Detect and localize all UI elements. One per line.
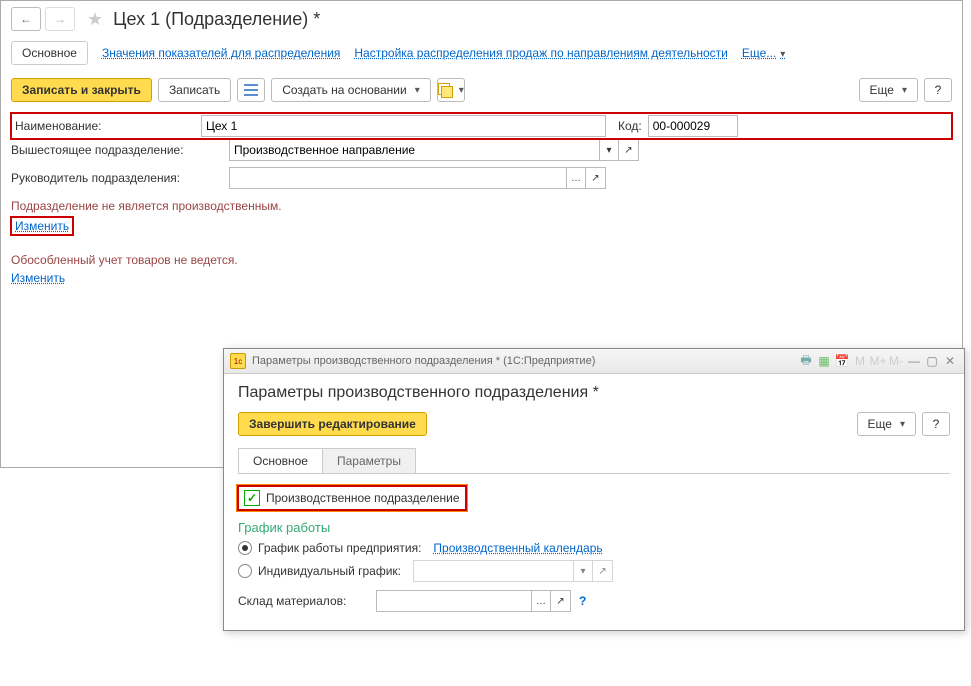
- materials-help-icon[interactable]: ?: [579, 594, 586, 608]
- tabs-row: Основное Значения показателей для распре…: [1, 37, 962, 73]
- calendar-link[interactable]: Производственный календарь: [433, 541, 602, 555]
- attachment-icon: [438, 83, 451, 97]
- finish-edit-button[interactable]: Завершить редактирование: [238, 412, 427, 436]
- m-plus-icon[interactable]: M+: [870, 354, 886, 368]
- materials-select-button[interactable]: …: [531, 590, 551, 612]
- m-icon-1[interactable]: M: [852, 354, 868, 368]
- nav-forward-button[interactable]: →: [45, 7, 75, 31]
- individual-open-button: ↗: [593, 560, 613, 582]
- close-icon[interactable]: ✕: [942, 354, 958, 368]
- attachments-button[interactable]: [437, 78, 465, 102]
- name-input[interactable]: [201, 115, 606, 137]
- m-minus-icon[interactable]: M-: [888, 354, 904, 368]
- radio-individual-label: Индивидуальный график:: [258, 564, 401, 578]
- app-logo-icon: 1c: [230, 353, 246, 369]
- manager-select-button[interactable]: …: [566, 167, 586, 189]
- dialog-heading: Параметры производственного подразделени…: [238, 384, 950, 402]
- change-accounting-link[interactable]: Изменить: [11, 271, 65, 285]
- more-button[interactable]: Еще: [859, 78, 918, 102]
- nav-back-button[interactable]: ←: [11, 7, 41, 31]
- favorite-star-icon[interactable]: ★: [87, 9, 103, 30]
- tab-indicators[interactable]: Значения показателей для распределения: [102, 46, 340, 60]
- dialog-titlebar: 1c Параметры производственного подраздел…: [224, 349, 964, 374]
- print-icon[interactable]: 🖶: [798, 351, 814, 372]
- dialog-window: 1c Параметры производственного подраздел…: [223, 348, 965, 631]
- materials-open-button[interactable]: ↗: [551, 590, 571, 612]
- individual-dropdown-button: ▾: [573, 560, 593, 582]
- dialog-help-button[interactable]: ?: [922, 412, 950, 436]
- save-button[interactable]: Записать: [158, 78, 231, 102]
- not-production-text: Подразделение не является производственн…: [11, 199, 952, 213]
- dialog-body: Параметры производственного подразделени…: [224, 374, 964, 630]
- main-toolbar: Записать и закрыть Записать Создать на о…: [1, 73, 962, 107]
- manager-input[interactable]: [229, 167, 566, 189]
- individual-schedule-input: [413, 560, 573, 582]
- top-bar: ← → ★ Цех 1 (Подразделение) *: [1, 1, 962, 37]
- separate-accounting-text: Обособленный учет товаров не ведется.: [11, 253, 952, 267]
- parent-label: Вышестоящее подразделение:: [11, 143, 223, 157]
- dialog-tab-params[interactable]: Параметры: [322, 448, 416, 473]
- tab-sales[interactable]: Настройка распределения продаж по направ…: [354, 46, 727, 60]
- radio-company-label: График работы предприятия:: [258, 541, 421, 555]
- parent-dropdown-button[interactable]: ▾: [599, 139, 619, 161]
- dialog-tab-main[interactable]: Основное: [238, 448, 323, 473]
- dialog-more-button[interactable]: Еще: [857, 412, 916, 436]
- name-label: Наименование:: [11, 119, 195, 133]
- dialog-window-tools: 🖶 ▦ 📅 M M+ M- — ▢ ✕: [798, 351, 958, 372]
- create-from-button[interactable]: Создать на основании: [271, 78, 431, 102]
- page-title: Цех 1 (Подразделение) *: [113, 9, 320, 30]
- materials-label: Склад материалов:: [238, 594, 368, 608]
- maximize-icon[interactable]: ▢: [924, 354, 940, 368]
- tab-main[interactable]: Основное: [11, 41, 88, 65]
- code-input[interactable]: [648, 115, 738, 137]
- manager-open-button[interactable]: ↗: [586, 167, 606, 189]
- production-checkbox-label: Производственное подразделение: [266, 491, 460, 505]
- code-label: Код:: [618, 119, 642, 133]
- calendar-icon[interactable]: 📅: [834, 354, 850, 368]
- dialog-window-title: Параметры производственного подразделени…: [252, 355, 595, 367]
- parent-input[interactable]: [229, 139, 599, 161]
- manager-label: Руководитель подразделения:: [11, 171, 223, 185]
- tab-more[interactable]: Еще...: [742, 46, 785, 60]
- change-production-link[interactable]: Изменить: [11, 217, 73, 235]
- radio-company-schedule[interactable]: [238, 541, 252, 555]
- production-checkbox[interactable]: ✓: [244, 490, 260, 506]
- help-button[interactable]: ?: [924, 78, 952, 102]
- list-icon: [244, 84, 258, 96]
- radio-individual-schedule[interactable]: [238, 564, 252, 578]
- schedule-section-title: График работы: [238, 520, 950, 535]
- materials-input[interactable]: [376, 590, 531, 612]
- dialog-tabs: Основное Параметры: [238, 448, 950, 474]
- grid-icon[interactable]: ▦: [816, 354, 832, 368]
- save-close-button[interactable]: Записать и закрыть: [11, 78, 152, 102]
- list-icon-button[interactable]: [237, 78, 265, 102]
- minimize-icon[interactable]: —: [906, 354, 922, 368]
- form-area: Наименование: Код: Вышестоящее подраздел…: [1, 107, 962, 295]
- parent-open-button[interactable]: ↗: [619, 139, 639, 161]
